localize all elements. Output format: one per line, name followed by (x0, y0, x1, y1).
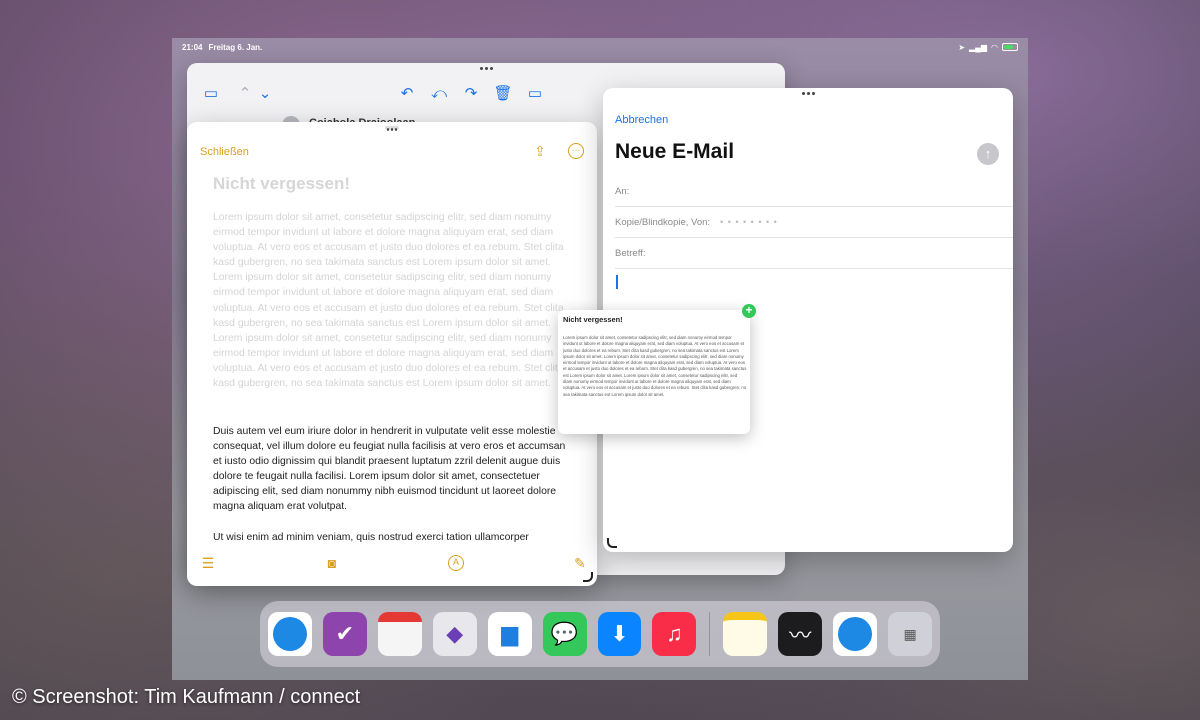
to-label: An: (615, 185, 630, 197)
send-button[interactable]: ↑ (977, 143, 999, 165)
chevron-down-icon[interactable]: ⌄ (255, 83, 275, 103)
signal-icon: ▂▄▆ (969, 42, 988, 52)
text-cursor (616, 275, 618, 289)
cancel-button[interactable]: Abbrechen (615, 114, 668, 126)
compose-note-icon[interactable]: ✎ (571, 554, 589, 572)
resize-handle[interactable] (583, 572, 593, 582)
wifi-icon: ◠ (991, 42, 998, 52)
fantastical-icon[interactable] (377, 612, 422, 656)
drag-preview-card[interactable]: Nicht vergessen! Lorem ipsum dolor sit a… (558, 310, 750, 434)
checklist-icon[interactable]: ☰ (199, 554, 217, 572)
more-icon[interactable]: ··· (567, 142, 585, 160)
note-paragraph[interactable]: Duis autem vel eum iriure dolor in hendr… (213, 424, 573, 515)
sidebar-icon[interactable]: ▭ (201, 83, 221, 103)
dock: ✔ ◆ ▆ 💬 ⬇ ♫ 〰 ▦ (260, 601, 940, 667)
trash-icon[interactable]: 🗑 (493, 83, 513, 103)
forward-icon[interactable]: ↷ (461, 83, 481, 103)
close-button[interactable]: Schließen (200, 146, 249, 158)
camera-icon[interactable]: ◙ (323, 554, 341, 572)
music-icon[interactable]: ♫ (652, 612, 697, 656)
reply-icon[interactable]: ↶ (397, 83, 417, 103)
folder-icon[interactable]: ▭ (525, 83, 545, 103)
files-icon[interactable]: ▆ (487, 612, 532, 656)
battery-icon (1002, 43, 1018, 51)
subject-field[interactable]: Betreff: (615, 238, 1013, 269)
window-grip[interactable] (801, 92, 815, 95)
obsidian-icon[interactable]: ◆ (432, 612, 477, 656)
omnifocus-icon[interactable]: ✔ (322, 612, 367, 656)
plus-icon: + (742, 304, 756, 318)
to-field[interactable]: An: (615, 176, 1013, 207)
notes-top-actions: ⇪ ··· (531, 142, 585, 160)
window-grip[interactable] (385, 126, 399, 131)
location-icon: ➤ (958, 42, 966, 52)
note-paragraph[interactable]: Ut wisi enim ad minim veniam, quis nostr… (213, 530, 573, 545)
stocks-icon[interactable]: 〰 (778, 612, 823, 656)
reply-all-icon[interactable]: ⤺ (429, 83, 449, 103)
status-date: Freitag 6. Jan. (208, 42, 263, 52)
cc-from-field[interactable]: Kopie/Blindkopie, Von: • • • • • • • • (615, 207, 1013, 238)
ipad-screen: 21:04 Freitag 6. Jan. ➤ ▂▄▆ ◠ ▭ ⌃ ⌄ ↶ ⤺ … (172, 38, 1028, 680)
safari-recent-icon[interactable] (833, 612, 878, 656)
notes-window[interactable]: Schließen ⇪ ··· Nicht vergessen! Lorem i… (187, 122, 597, 586)
from-address-value: • • • • • • • • (720, 217, 778, 227)
drag-preview-title: Nicht vergessen! (563, 315, 623, 324)
note-selected-text[interactable]: Lorem ipsum dolor sit amet, consetetur s… (213, 210, 573, 391)
status-bar: 21:04 Freitag 6. Jan. ➤ ▂▄▆ ◠ (172, 38, 1028, 56)
share-icon[interactable]: ⇪ (531, 142, 549, 160)
notes-icon[interactable] (723, 612, 768, 656)
cc-label: Kopie/Blindkopie, Von: (615, 216, 711, 228)
transloader-icon[interactable]: ⬇ (597, 612, 642, 656)
note-title[interactable]: Nicht vergessen! (213, 174, 350, 194)
markup-icon[interactable]: A (447, 554, 465, 572)
messages-icon[interactable]: 💬 (542, 612, 587, 656)
notes-bottom-toolbar: ☰ ◙ A ✎ (199, 554, 589, 572)
drag-preview-text: Lorem ipsum dolor sit amet, consetetur s… (563, 335, 747, 397)
subject-label: Betreff: (615, 247, 646, 259)
compose-title: Neue E-Mail (615, 140, 735, 163)
image-caption: © Screenshot: Tim Kaufmann / connect (12, 686, 361, 708)
status-indicators: ➤ ▂▄▆ ◠ (958, 43, 1018, 52)
resize-handle[interactable] (607, 538, 617, 548)
window-grip[interactable] (479, 67, 493, 70)
dock-divider (709, 612, 711, 656)
safari-icon[interactable] (268, 612, 312, 656)
chevron-up-icon[interactable]: ⌃ (235, 83, 255, 103)
app-library-icon[interactable]: ▦ (888, 612, 933, 656)
status-time: 21:04 (182, 42, 203, 52)
note-body[interactable]: Duis autem vel eum iriure dolor in hendr… (213, 424, 573, 560)
